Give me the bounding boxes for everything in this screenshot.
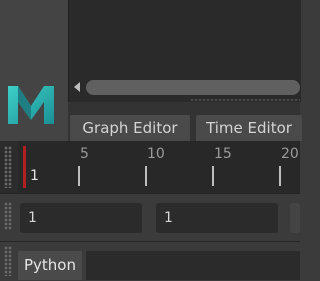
tab-time-editor[interactable]: Time Editor <box>196 115 302 141</box>
script-language-button[interactable]: Python <box>18 251 82 280</box>
horizontal-scrollbar[interactable] <box>86 80 300 95</box>
tick-label-10: 10 <box>147 146 165 162</box>
tick-mark-20 <box>279 166 281 186</box>
range-end-field[interactable]: 1 <box>156 203 278 233</box>
range-slider-grip[interactable] <box>4 202 12 230</box>
tick-mark-15 <box>212 166 214 186</box>
time-slider-grip[interactable] <box>4 146 12 188</box>
current-frame-label: 1 <box>30 168 39 184</box>
command-input[interactable] <box>86 251 300 280</box>
tab-graph-editor[interactable]: Graph Editor <box>70 115 190 141</box>
range-slider[interactable] <box>290 203 300 233</box>
tick-label-15: 15 <box>214 146 232 162</box>
command-line-grip[interactable] <box>4 246 12 276</box>
tick-label-20: 20 <box>281 146 299 162</box>
tick-mark-5 <box>78 166 80 186</box>
maya-logo-icon <box>8 86 54 124</box>
tick-label-5: 5 <box>80 146 89 162</box>
panel-divider-handle[interactable] <box>190 99 300 101</box>
current-time-indicator[interactable] <box>23 146 26 188</box>
range-start-field[interactable]: 1 <box>20 203 142 233</box>
scroll-left-arrow-icon[interactable] <box>74 82 80 92</box>
tick-mark-10 <box>145 166 147 186</box>
